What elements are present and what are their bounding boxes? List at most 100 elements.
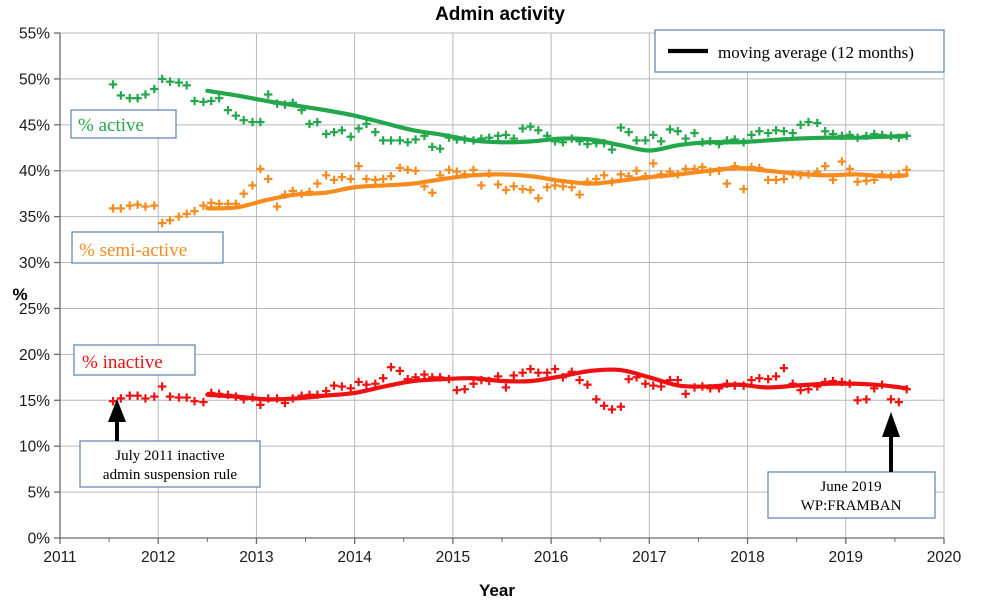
data-point-marker bbox=[231, 111, 241, 120]
data-point-marker bbox=[649, 381, 658, 390]
data-point-marker bbox=[747, 375, 756, 385]
data-point-marker bbox=[239, 189, 248, 198]
data-point-marker bbox=[141, 202, 150, 211]
data-point-marker bbox=[656, 137, 666, 146]
y-axis-tick-label: 0% bbox=[28, 531, 51, 548]
data-point-marker bbox=[820, 127, 830, 136]
data-point-marker bbox=[526, 122, 535, 131]
data-point-marker bbox=[435, 144, 445, 153]
legend-label-moving-average: moving average (12 months) bbox=[718, 43, 914, 62]
data-point-marker bbox=[771, 175, 781, 185]
data-point-marker bbox=[108, 80, 118, 89]
data-point-marker bbox=[493, 131, 503, 141]
data-point-marker bbox=[141, 394, 150, 403]
data-point-marker bbox=[592, 395, 601, 404]
y-axis-tick-label: 35% bbox=[19, 209, 50, 226]
series-label-text: % active bbox=[78, 115, 144, 136]
data-point-marker bbox=[862, 395, 871, 404]
data-point-marker bbox=[501, 130, 511, 140]
data-point-marker bbox=[256, 164, 265, 174]
data-point-marker bbox=[108, 204, 118, 213]
data-point-marker bbox=[886, 395, 896, 404]
data-point-marker bbox=[305, 119, 314, 129]
data-point-marker bbox=[256, 400, 265, 410]
data-point-marker bbox=[223, 105, 233, 115]
x-axis-tick-label: 2020 bbox=[927, 549, 962, 566]
y-axis-tick-label: 10% bbox=[19, 439, 50, 456]
data-point-marker bbox=[853, 177, 862, 186]
data-point-marker bbox=[518, 368, 527, 377]
data-point-marker bbox=[329, 381, 339, 390]
data-point-marker bbox=[395, 366, 405, 376]
data-point-marker bbox=[116, 394, 126, 403]
x-axis-tick-label: 2015 bbox=[436, 549, 470, 566]
data-point-marker bbox=[902, 165, 911, 175]
data-point-marker bbox=[133, 391, 142, 400]
data-point-marker bbox=[763, 175, 773, 185]
data-point-marker bbox=[788, 128, 797, 138]
data-point-marker bbox=[125, 201, 134, 210]
data-point-marker bbox=[518, 184, 527, 194]
data-point-marker bbox=[174, 78, 184, 87]
data-point-marker bbox=[157, 218, 167, 228]
data-point-marker bbox=[116, 91, 126, 100]
data-point-marker bbox=[207, 198, 216, 208]
annotation-arrow-head bbox=[108, 399, 126, 422]
data-point-marker bbox=[403, 165, 412, 175]
data-point-marker bbox=[722, 179, 732, 188]
data-point-marker bbox=[386, 172, 396, 181]
series-label-active: % active bbox=[70, 109, 177, 139]
data-point-marker bbox=[599, 171, 609, 180]
data-point-marker bbox=[616, 170, 626, 179]
data-point-marker bbox=[346, 132, 355, 141]
data-point-marker bbox=[182, 81, 191, 90]
data-point-marker bbox=[624, 127, 633, 137]
y-axis-tick-label: 45% bbox=[19, 117, 50, 134]
data-point-marker bbox=[837, 157, 847, 166]
data-point-marker bbox=[779, 174, 789, 184]
data-point-marker bbox=[460, 385, 469, 394]
y-axis-tick-label: 50% bbox=[19, 71, 50, 88]
data-point-marker bbox=[337, 382, 347, 391]
data-point-marker bbox=[157, 382, 167, 391]
data-point-marker bbox=[378, 374, 388, 383]
data-point-marker bbox=[248, 181, 257, 190]
series-label-text: % inactive bbox=[82, 352, 163, 373]
data-point-marker bbox=[853, 396, 862, 405]
x-axis-tick-label: 2017 bbox=[632, 549, 666, 566]
data-point-marker bbox=[493, 180, 503, 189]
x-axis-tick-label: 2011 bbox=[43, 549, 76, 566]
data-point-marker bbox=[190, 396, 199, 406]
data-point-marker bbox=[346, 174, 355, 184]
annotation-july-2011: July 2011 inactive admin suspension rule bbox=[79, 399, 261, 488]
data-point-marker bbox=[673, 127, 683, 136]
data-point-marker bbox=[190, 96, 199, 106]
y-axis-tick-label: 5% bbox=[28, 485, 51, 502]
data-point-marker bbox=[395, 136, 405, 145]
data-point-marker bbox=[771, 372, 781, 381]
chart-title: Admin activity bbox=[435, 4, 565, 25]
data-point-marker bbox=[386, 363, 396, 372]
data-point-marker bbox=[681, 134, 690, 143]
data-point-marker bbox=[214, 93, 224, 103]
annotation-line-1: June 2019 bbox=[820, 479, 881, 495]
data-point-marker bbox=[641, 379, 650, 388]
data-point-marker bbox=[509, 371, 518, 380]
data-point-marker bbox=[411, 135, 420, 144]
data-point-marker bbox=[337, 172, 347, 182]
data-point-marker bbox=[362, 380, 371, 389]
data-point-marker bbox=[329, 175, 339, 185]
data-point-marker bbox=[755, 374, 764, 383]
data-layer bbox=[108, 74, 911, 414]
data-point-marker bbox=[378, 136, 388, 145]
series-label-semi-active: % semi-active bbox=[71, 231, 224, 264]
data-point-marker bbox=[386, 136, 396, 145]
y-axis-tick-label: 40% bbox=[19, 163, 50, 180]
data-point-marker bbox=[411, 166, 420, 175]
annotation-arrow-head bbox=[882, 412, 900, 437]
x-axis-title: Year bbox=[479, 581, 515, 600]
data-point-marker bbox=[116, 204, 126, 213]
data-point-marker bbox=[534, 194, 543, 203]
data-point-marker bbox=[469, 379, 478, 388]
data-point-marker bbox=[371, 175, 380, 185]
